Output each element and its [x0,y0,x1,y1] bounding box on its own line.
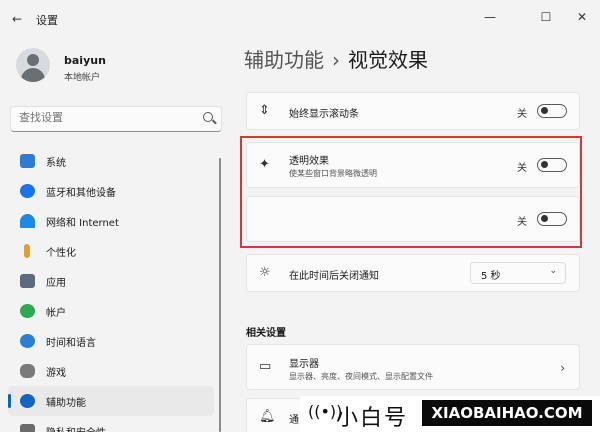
monitor-icon [20,154,35,168]
scrollbars-setting-card: ⇕ 始终显示滚动条 关 [246,92,580,130]
sidebar-item-label: 蓝牙和其他设备 [46,188,116,199]
display-icon: ▭ [259,359,272,374]
sidebar-scrollbar[interactable] [219,158,221,432]
watermark-text-cn: 小白号 [336,406,409,431]
highlight-box [240,136,582,248]
maximize-button[interactable]: ☐ [532,8,560,26]
sidebar-item-privacy[interactable]: 隐私和安全性 [8,416,214,432]
breadcrumb-separator: › [332,48,340,72]
bluetooth-icon [20,184,35,198]
related-settings-heading: 相关设置 [246,328,286,339]
display-link-card[interactable]: ▭ 显示器 显示器、亮度、夜间模式、显示配置文件 › [246,344,580,390]
sidebar-item-accounts[interactable]: 帐户 [8,296,214,326]
active-indicator [8,394,11,408]
chevron-right-icon: › [560,361,565,375]
sidebar-item-personalization[interactable]: 个性化 [8,236,214,266]
sidebar-item-accessibility[interactable]: 辅助功能 [8,386,214,416]
breadcrumb: 辅助功能 › 视觉效果 [244,44,428,73]
watermark-banner: ((•)) 小白号 XIAOBAIHAO.COM [300,396,600,432]
sidebar-item-apps[interactable]: 应用 [8,266,214,296]
wifi-icon [20,214,35,228]
globe-clock-icon [20,334,35,348]
shield-icon [20,424,35,432]
search-icon[interactable] [203,112,213,122]
back-arrow-icon[interactable]: ← [12,12,22,26]
display-subtitle: 显示器、亮度、夜间模式、显示配置文件 [289,372,433,381]
gamepad-icon [20,364,35,378]
search-input[interactable] [19,111,199,124]
chevron-down-icon: ⌄ [549,266,557,276]
page-title: 视觉效果 [348,48,428,72]
display-title: 显示器 [289,359,319,370]
avatar [16,48,50,82]
scrollbar-arrows-icon: ⇕ [259,103,270,118]
brush-icon [24,244,30,258]
user-name: baiyun [64,54,106,67]
sidebar-item-gaming[interactable]: 游戏 [8,356,214,386]
sidebar-item-label: 时间和语言 [46,338,96,349]
close-button[interactable]: ✕ [568,8,596,26]
scrollbars-state: 关 [517,109,527,120]
app-title: 设置 [36,14,58,27]
account-icon [20,304,35,318]
sidebar-item-system[interactable]: 系统 [8,146,214,176]
notifications-link-title: 通 [289,415,299,426]
search-box[interactable] [10,106,222,132]
notification-timeout-dropdown[interactable]: 5 秒 ⌄ [470,262,566,284]
sidebar-item-label: 隐私和安全性 [46,424,106,432]
sidebar-item-label: 帐户 [46,308,66,319]
scrollbars-title: 始终显示滚动条 [289,109,359,120]
sidebar-nav: 系统 蓝牙和其他设备 网络和 Internet 个性化 应用 帐户 时间和语言 … [8,146,214,432]
sidebar-item-network[interactable]: 网络和 Internet [8,206,214,236]
sidebar-item-bluetooth[interactable]: 蓝牙和其他设备 [8,176,214,206]
notification-timeout-title: 在此时间后关闭通知 [289,271,379,282]
apps-icon [20,274,35,288]
sidebar-item-label: 个性化 [46,248,76,259]
sidebar-item-label: 应用 [46,278,66,289]
sidebar-item-label: 辅助功能 [46,398,86,409]
scrollbars-toggle[interactable] [537,104,567,118]
breadcrumb-parent[interactable]: 辅助功能 [244,48,324,72]
bell-icon: 🔔︎ [259,409,276,424]
title-bar: ← 设置 — ☐ ✕ [0,0,600,36]
watermark-text-en: XIAOBAIHAO.COM [422,400,592,426]
account-type: 本地帐户 [64,73,101,83]
dropdown-value: 5 秒 [481,271,501,282]
sidebar-item-label: 网络和 Internet [46,218,119,229]
sidebar-item-label: 游戏 [46,368,66,379]
accessibility-icon [20,394,35,408]
minimize-button[interactable]: — [476,8,504,26]
sun-icon: ☼ [259,265,271,280]
sidebar-item-time-language[interactable]: 时间和语言 [8,326,214,356]
sidebar-item-label: 系统 [46,158,66,169]
